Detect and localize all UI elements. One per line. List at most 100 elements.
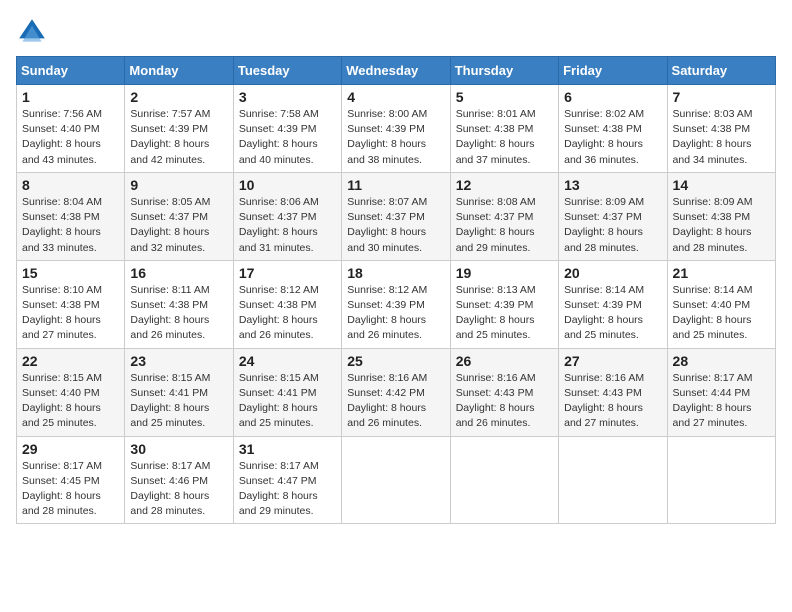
day-info: Sunrise: 8:17 AMSunset: 4:45 PMDaylight:…	[22, 460, 102, 518]
table-row: 1 Sunrise: 7:56 AMSunset: 4:40 PMDayligh…	[17, 85, 125, 173]
day-number: 19	[456, 265, 553, 281]
day-number: 12	[456, 177, 553, 193]
day-number: 30	[130, 441, 227, 457]
day-number: 24	[239, 353, 336, 369]
table-row: 13 Sunrise: 8:09 AMSunset: 4:37 PMDaylig…	[559, 172, 667, 260]
table-row: 3 Sunrise: 7:58 AMSunset: 4:39 PMDayligh…	[233, 85, 341, 173]
table-row: 4 Sunrise: 8:00 AMSunset: 4:39 PMDayligh…	[342, 85, 450, 173]
day-number: 15	[22, 265, 119, 281]
day-info: Sunrise: 8:06 AMSunset: 4:37 PMDaylight:…	[239, 196, 319, 254]
day-info: Sunrise: 8:16 AMSunset: 4:43 PMDaylight:…	[564, 372, 644, 430]
day-info: Sunrise: 8:00 AMSunset: 4:39 PMDaylight:…	[347, 108, 427, 166]
day-info: Sunrise: 7:57 AMSunset: 4:39 PMDaylight:…	[130, 108, 210, 166]
day-info: Sunrise: 8:14 AMSunset: 4:39 PMDaylight:…	[564, 284, 644, 342]
day-number: 23	[130, 353, 227, 369]
day-number: 10	[239, 177, 336, 193]
header-sunday: Sunday	[17, 57, 125, 85]
day-info: Sunrise: 8:14 AMSunset: 4:40 PMDaylight:…	[673, 284, 753, 342]
table-row: 28 Sunrise: 8:17 AMSunset: 4:44 PMDaylig…	[667, 348, 775, 436]
table-row: 22 Sunrise: 8:15 AMSunset: 4:40 PMDaylig…	[17, 348, 125, 436]
day-number: 20	[564, 265, 661, 281]
day-info: Sunrise: 8:13 AMSunset: 4:39 PMDaylight:…	[456, 284, 536, 342]
day-number: 28	[673, 353, 770, 369]
calendar-week-row: 8 Sunrise: 8:04 AMSunset: 4:38 PMDayligh…	[17, 172, 776, 260]
day-number: 14	[673, 177, 770, 193]
calendar-week-row: 15 Sunrise: 8:10 AMSunset: 4:38 PMDaylig…	[17, 260, 776, 348]
day-number: 16	[130, 265, 227, 281]
day-info: Sunrise: 8:12 AMSunset: 4:38 PMDaylight:…	[239, 284, 319, 342]
day-number: 22	[22, 353, 119, 369]
day-number: 1	[22, 89, 119, 105]
header-friday: Friday	[559, 57, 667, 85]
day-number: 21	[673, 265, 770, 281]
day-info: Sunrise: 8:11 AMSunset: 4:38 PMDaylight:…	[130, 284, 209, 342]
day-info: Sunrise: 8:08 AMSunset: 4:37 PMDaylight:…	[456, 196, 536, 254]
logo-icon	[16, 16, 48, 48]
day-info: Sunrise: 8:15 AMSunset: 4:40 PMDaylight:…	[22, 372, 102, 430]
table-row: 9 Sunrise: 8:05 AMSunset: 4:37 PMDayligh…	[125, 172, 233, 260]
table-row: 11 Sunrise: 8:07 AMSunset: 4:37 PMDaylig…	[342, 172, 450, 260]
table-row	[450, 436, 558, 524]
day-info: Sunrise: 8:15 AMSunset: 4:41 PMDaylight:…	[239, 372, 319, 430]
day-number: 13	[564, 177, 661, 193]
day-info: Sunrise: 8:16 AMSunset: 4:43 PMDaylight:…	[456, 372, 536, 430]
table-row: 19 Sunrise: 8:13 AMSunset: 4:39 PMDaylig…	[450, 260, 558, 348]
table-row: 14 Sunrise: 8:09 AMSunset: 4:38 PMDaylig…	[667, 172, 775, 260]
weekday-header-row: Sunday Monday Tuesday Wednesday Thursday…	[17, 57, 776, 85]
day-info: Sunrise: 8:12 AMSunset: 4:39 PMDaylight:…	[347, 284, 427, 342]
table-row: 30 Sunrise: 8:17 AMSunset: 4:46 PMDaylig…	[125, 436, 233, 524]
day-number: 3	[239, 89, 336, 105]
day-info: Sunrise: 8:16 AMSunset: 4:42 PMDaylight:…	[347, 372, 427, 430]
day-info: Sunrise: 8:17 AMSunset: 4:47 PMDaylight:…	[239, 460, 319, 518]
calendar-week-row: 1 Sunrise: 7:56 AMSunset: 4:40 PMDayligh…	[17, 85, 776, 173]
logo	[16, 16, 52, 48]
table-row: 21 Sunrise: 8:14 AMSunset: 4:40 PMDaylig…	[667, 260, 775, 348]
calendar-table: Sunday Monday Tuesday Wednesday Thursday…	[16, 56, 776, 524]
table-row: 24 Sunrise: 8:15 AMSunset: 4:41 PMDaylig…	[233, 348, 341, 436]
day-number: 29	[22, 441, 119, 457]
day-number: 4	[347, 89, 444, 105]
table-row	[559, 436, 667, 524]
table-row: 6 Sunrise: 8:02 AMSunset: 4:38 PMDayligh…	[559, 85, 667, 173]
table-row: 29 Sunrise: 8:17 AMSunset: 4:45 PMDaylig…	[17, 436, 125, 524]
table-row: 10 Sunrise: 8:06 AMSunset: 4:37 PMDaylig…	[233, 172, 341, 260]
day-number: 5	[456, 89, 553, 105]
table-row: 25 Sunrise: 8:16 AMSunset: 4:42 PMDaylig…	[342, 348, 450, 436]
day-number: 8	[22, 177, 119, 193]
day-info: Sunrise: 8:17 AMSunset: 4:44 PMDaylight:…	[673, 372, 753, 430]
header-wednesday: Wednesday	[342, 57, 450, 85]
table-row: 26 Sunrise: 8:16 AMSunset: 4:43 PMDaylig…	[450, 348, 558, 436]
table-row: 31 Sunrise: 8:17 AMSunset: 4:47 PMDaylig…	[233, 436, 341, 524]
table-row: 27 Sunrise: 8:16 AMSunset: 4:43 PMDaylig…	[559, 348, 667, 436]
table-row: 20 Sunrise: 8:14 AMSunset: 4:39 PMDaylig…	[559, 260, 667, 348]
day-info: Sunrise: 8:02 AMSunset: 4:38 PMDaylight:…	[564, 108, 644, 166]
table-row	[342, 436, 450, 524]
header-thursday: Thursday	[450, 57, 558, 85]
day-number: 9	[130, 177, 227, 193]
table-row: 2 Sunrise: 7:57 AMSunset: 4:39 PMDayligh…	[125, 85, 233, 173]
day-info: Sunrise: 7:56 AMSunset: 4:40 PMDaylight:…	[22, 108, 102, 166]
table-row: 7 Sunrise: 8:03 AMSunset: 4:38 PMDayligh…	[667, 85, 775, 173]
day-number: 25	[347, 353, 444, 369]
table-row: 8 Sunrise: 8:04 AMSunset: 4:38 PMDayligh…	[17, 172, 125, 260]
day-info: Sunrise: 8:05 AMSunset: 4:37 PMDaylight:…	[130, 196, 210, 254]
day-info: Sunrise: 8:15 AMSunset: 4:41 PMDaylight:…	[130, 372, 210, 430]
day-info: Sunrise: 8:01 AMSunset: 4:38 PMDaylight:…	[456, 108, 536, 166]
table-row: 16 Sunrise: 8:11 AMSunset: 4:38 PMDaylig…	[125, 260, 233, 348]
table-row: 23 Sunrise: 8:15 AMSunset: 4:41 PMDaylig…	[125, 348, 233, 436]
table-row: 17 Sunrise: 8:12 AMSunset: 4:38 PMDaylig…	[233, 260, 341, 348]
calendar-week-row: 22 Sunrise: 8:15 AMSunset: 4:40 PMDaylig…	[17, 348, 776, 436]
table-row	[667, 436, 775, 524]
day-info: Sunrise: 8:10 AMSunset: 4:38 PMDaylight:…	[22, 284, 102, 342]
day-number: 27	[564, 353, 661, 369]
day-number: 2	[130, 89, 227, 105]
day-info: Sunrise: 8:09 AMSunset: 4:38 PMDaylight:…	[673, 196, 753, 254]
day-info: Sunrise: 8:09 AMSunset: 4:37 PMDaylight:…	[564, 196, 644, 254]
table-row: 18 Sunrise: 8:12 AMSunset: 4:39 PMDaylig…	[342, 260, 450, 348]
header-tuesday: Tuesday	[233, 57, 341, 85]
day-number: 17	[239, 265, 336, 281]
header-monday: Monday	[125, 57, 233, 85]
day-number: 6	[564, 89, 661, 105]
page-header	[16, 16, 776, 48]
day-number: 31	[239, 441, 336, 457]
